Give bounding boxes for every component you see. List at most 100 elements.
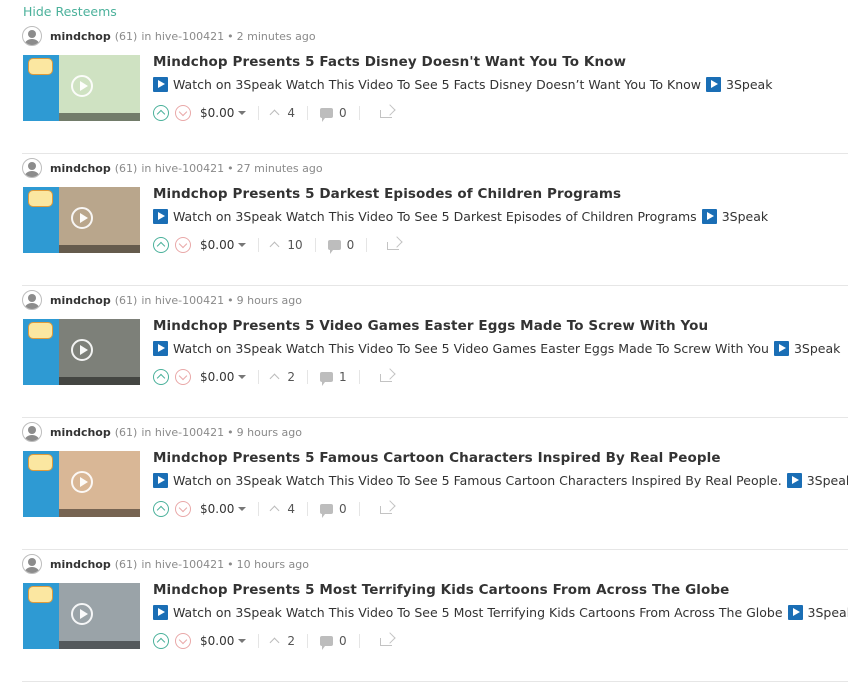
hide-resteems-link[interactable]: Hide Resteems [23, 4, 117, 19]
post-timestamp[interactable]: 9 hours ago [237, 426, 302, 439]
post-item: mindchop (61) in hive-100421 • 9 hours a… [22, 418, 848, 550]
author-reputation: (61) [114, 557, 138, 571]
post-thumbnail[interactable] [23, 187, 140, 253]
post-summary[interactable]: Watch on 3Speak Watch This Video To See … [153, 605, 848, 620]
meta-separator: • [227, 425, 234, 439]
post-thumbnail[interactable] [23, 55, 140, 121]
downvote-icon[interactable] [175, 633, 191, 649]
divider [307, 106, 308, 120]
comment-count[interactable]: 0 [320, 502, 347, 518]
payout-dropdown[interactable]: $0.00 [200, 106, 247, 120]
community-link[interactable]: in hive-100421 [141, 30, 224, 43]
author-reputation: (61) [114, 425, 138, 439]
vote-count[interactable]: 2 [269, 370, 295, 384]
post-summary[interactable]: Watch on 3Speak Watch This Video To See … [153, 341, 840, 356]
avatar[interactable] [22, 554, 42, 574]
post-title[interactable]: Mindchop Presents 5 Famous Cartoon Chara… [153, 450, 721, 466]
vote-count[interactable]: 4 [269, 502, 295, 516]
vote-count[interactable]: 10 [269, 238, 303, 252]
author-name[interactable]: mindchop [50, 558, 111, 571]
upvote-icon[interactable] [153, 633, 169, 649]
post-timestamp[interactable]: 2 minutes ago [237, 30, 316, 43]
post-thumbnail[interactable] [23, 319, 140, 385]
divider [358, 370, 360, 384]
resteem-icon[interactable] [379, 371, 394, 383]
post-summary[interactable]: Watch on 3Speak Watch This Video To See … [153, 209, 768, 224]
post-actions: $0.00 10 0 [153, 236, 401, 254]
divider [307, 370, 308, 384]
comment-count[interactable]: 0 [327, 238, 354, 254]
comment-count[interactable]: 0 [320, 106, 347, 122]
author-name[interactable]: mindchop [50, 426, 111, 439]
resteem-icon[interactable] [379, 635, 394, 647]
resteem-icon[interactable] [379, 107, 394, 119]
post-title[interactable]: Mindchop Presents 5 Darkest Episodes of … [153, 186, 621, 202]
post-thumbnail[interactable] [23, 583, 140, 649]
meta-separator: • [227, 161, 234, 175]
post-title[interactable]: Mindchop Presents 5 Facts Disney Doesn't… [153, 54, 626, 70]
comment-count[interactable]: 1 [320, 370, 347, 386]
payout-value: $0.00 [200, 238, 235, 252]
platform-label: 3Speak [806, 473, 848, 488]
payout-dropdown[interactable]: $0.00 [200, 634, 247, 648]
community-link[interactable]: in hive-100421 [141, 294, 224, 307]
community-link[interactable]: in hive-100421 [141, 558, 224, 571]
post-description: Watch on 3Speak Watch This Video To See … [173, 605, 783, 620]
post-summary[interactable]: Watch on 3Speak Watch This Video To See … [153, 77, 772, 92]
avatar[interactable] [22, 158, 42, 178]
thumbnail-caption-bar [59, 509, 140, 517]
author-name[interactable]: mindchop [50, 294, 111, 307]
post-item: mindchop (61) in hive-100421 • 2 minutes… [22, 22, 848, 154]
meta-separator: • [227, 557, 234, 571]
author-name[interactable]: mindchop [50, 162, 111, 175]
payout-dropdown[interactable]: $0.00 [200, 502, 247, 516]
comment-icon [320, 372, 333, 386]
divider [366, 238, 368, 252]
payout-dropdown[interactable]: $0.00 [200, 238, 247, 252]
post-thumbnail[interactable] [23, 451, 140, 517]
play-icon [71, 75, 93, 97]
downvote-icon[interactable] [175, 237, 191, 253]
downvote-icon[interactable] [175, 369, 191, 385]
post-actions: $0.00 4 0 [153, 104, 394, 122]
downvote-icon[interactable] [175, 105, 191, 121]
author-name[interactable]: mindchop [50, 30, 111, 43]
chevron-up-icon [269, 373, 280, 384]
upvote-icon[interactable] [153, 369, 169, 385]
avatar[interactable] [22, 422, 42, 442]
divider [358, 106, 360, 120]
play-icon [71, 339, 93, 361]
avatar[interactable] [22, 290, 42, 310]
author-reputation: (61) [114, 293, 138, 307]
community-link[interactable]: in hive-100421 [141, 426, 224, 439]
downvote-icon[interactable] [175, 501, 191, 517]
vote-count[interactable]: 4 [269, 106, 295, 120]
caret-down-icon [238, 111, 247, 115]
comment-count[interactable]: 0 [320, 634, 347, 650]
caret-down-icon [238, 507, 247, 511]
post-meta: mindchop (61) in hive-100421 • 9 hours a… [22, 290, 302, 310]
upvote-icon[interactable] [153, 237, 169, 253]
channel-logo [28, 190, 53, 207]
post-title[interactable]: Mindchop Presents 5 Most Terrifying Kids… [153, 582, 729, 598]
vote-count-value: 10 [287, 238, 303, 252]
post-summary[interactable]: Watch on 3Speak Watch This Video To See … [153, 473, 848, 488]
resteem-icon[interactable] [387, 239, 401, 251]
avatar[interactable] [22, 26, 42, 46]
resteem-icon[interactable] [379, 503, 394, 515]
post-timestamp[interactable]: 9 hours ago [237, 294, 302, 307]
post-timestamp[interactable]: 27 minutes ago [237, 162, 323, 175]
payout-dropdown[interactable]: $0.00 [200, 370, 247, 384]
upvote-icon[interactable] [153, 105, 169, 121]
upvote-icon[interactable] [153, 501, 169, 517]
channel-logo [28, 58, 53, 75]
video-icon [153, 473, 168, 488]
video-icon [706, 77, 722, 92]
community-link[interactable]: in hive-100421 [141, 162, 224, 175]
comment-icon [327, 240, 341, 254]
post-timestamp[interactable]: 10 hours ago [237, 558, 309, 571]
post-meta: mindchop (61) in hive-100421 • 27 minute… [22, 158, 323, 178]
video-icon [786, 473, 802, 488]
vote-count[interactable]: 2 [269, 634, 295, 648]
post-title[interactable]: Mindchop Presents 5 Video Games Easter E… [153, 318, 708, 334]
